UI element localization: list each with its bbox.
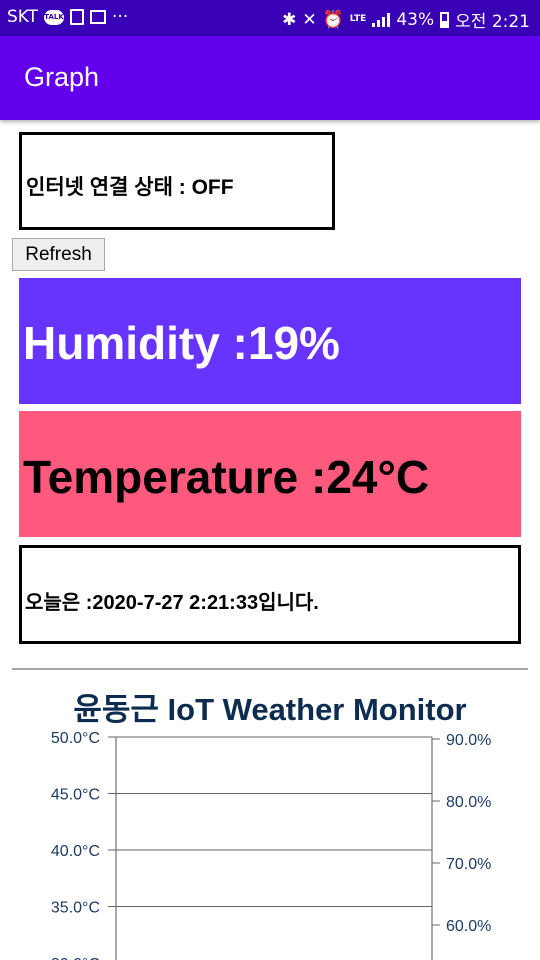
- app-title: Graph: [24, 62, 100, 92]
- battery-icon: [440, 11, 450, 28]
- alarm-icon: ⏰: [322, 9, 344, 30]
- y-left-tick-label: 30.0°C: [51, 956, 100, 960]
- y-left-tick-label: 35.0°C: [51, 900, 100, 917]
- image-icon: [90, 10, 107, 24]
- kakaotalk-icon: TALK: [44, 9, 65, 25]
- refresh-button[interactable]: Refresh: [12, 238, 105, 271]
- temperature-label: Temperature :24°C: [23, 451, 430, 503]
- connection-status-label: 인터넷 연결 상태 : OFF: [26, 176, 234, 199]
- signal-icon: [372, 12, 391, 27]
- humidity-label: Humidity :19%: [23, 317, 340, 369]
- clock: 오전 2:21: [455, 12, 530, 32]
- app-bar: Graph: [0, 36, 540, 120]
- y-right-tick-label: 90.0%: [446, 732, 491, 749]
- y-left-tick-label: 45.0°C: [51, 787, 100, 804]
- battery-percent: 43%: [396, 9, 435, 30]
- weather-chart: 50.0°C 45.0°C 40.0°C 35.0°C 30.0°C 90.0% 80.0%…: [51, 730, 491, 960]
- lte-icon: LTE: [349, 14, 367, 24]
- divider: [12, 668, 528, 670]
- y-right-tick-label: 70.0%: [446, 856, 491, 873]
- y-right-tick-label: 80.0%: [446, 794, 491, 811]
- more-notifications-icon: ···: [112, 7, 129, 27]
- status-bar: SKT TALK ··· ✱ ✕ ⏰ LTE 43% 오전 2:21: [0, 0, 540, 36]
- connection-status-box: 인터넷 연결 상태 : OFF: [19, 132, 335, 230]
- y-left-tick-label: 40.0°C: [51, 843, 100, 860]
- date-box: 오늘은 :2020-7-27 2:21:33입니다.: [19, 545, 521, 644]
- date-label: 오늘은 :2020-7-27 2:21:33입니다.: [25, 592, 319, 614]
- y-left-tick-label: 50.0°C: [51, 730, 100, 747]
- y-right-tick-label: 60.0%: [446, 918, 491, 935]
- mute-icon: ✕: [302, 9, 317, 30]
- bluetooth-icon: ✱: [282, 9, 297, 30]
- humidity-panel: Humidity :19%: [19, 278, 521, 404]
- twitch-icon: [70, 9, 85, 25]
- temperature-panel: Temperature :24°C: [19, 411, 521, 537]
- carrier-label: SKT: [7, 7, 39, 27]
